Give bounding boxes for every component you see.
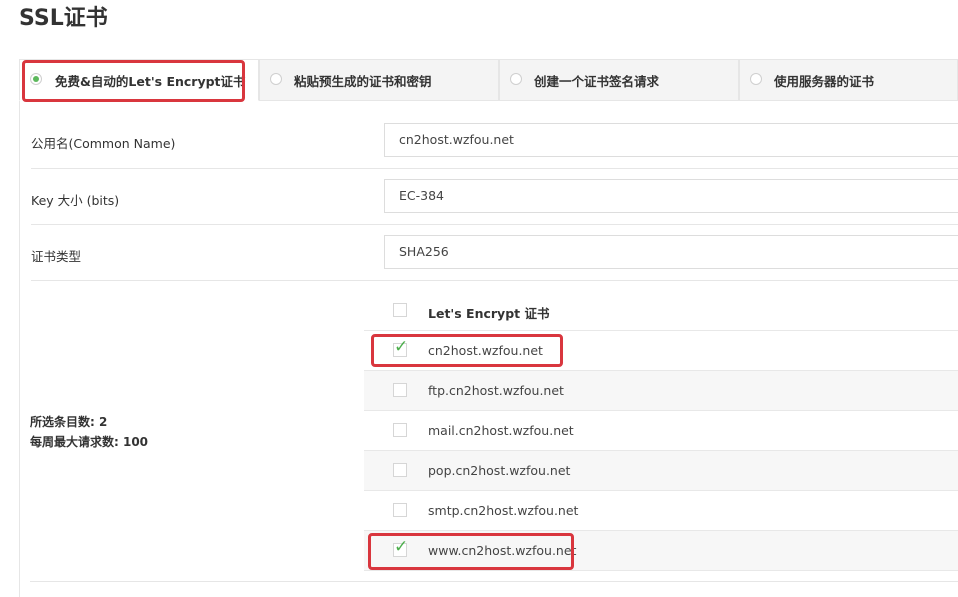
key-size-label: Key 大小 (bits) (31, 193, 120, 208)
key-size-select[interactable]: EC-384 (384, 179, 958, 213)
domain-label: mail.cn2host.wzfou.net (428, 423, 574, 438)
cert-list-header: Let's Encrypt 证书 (364, 291, 958, 331)
domain-label: pop.cn2host.wzfou.net (428, 463, 571, 478)
page-title: SSL证书 (19, 6, 108, 31)
weekly-limit: 每周最大请求数: 100 (30, 435, 149, 449)
cert-list-header-label: Let's Encrypt 证书 (428, 306, 550, 321)
radio-icon[interactable] (510, 73, 522, 85)
divider (30, 581, 958, 582)
selected-count: 所选条目数: 2 (30, 415, 108, 429)
domain-label: smtp.cn2host.wzfou.net (428, 503, 579, 518)
tab-label: 创建一个证书签名请求 (534, 74, 660, 89)
checkbox[interactable] (393, 423, 407, 437)
tab-server-cert[interactable]: 使用服务器的证书 (739, 59, 958, 101)
key-size-row: Key 大小 (bits) EC-384 (31, 168, 958, 225)
common-name-row: 公用名(Common Name) cn2host.wzfou.net (31, 112, 958, 168)
checkbox[interactable] (393, 383, 407, 397)
list-item[interactable]: pop.cn2host.wzfou.net (364, 451, 958, 491)
checkbox[interactable] (393, 503, 407, 517)
radio-icon[interactable] (750, 73, 762, 85)
tab-label: 粘贴预生成的证书和密钥 (294, 74, 432, 89)
domain-label: ftp.cn2host.wzfou.net (428, 383, 564, 398)
tab-create-csr[interactable]: 创建一个证书签名请求 (499, 59, 739, 101)
tab-paste-cert[interactable]: 粘贴预生成的证书和密钥 (259, 59, 499, 101)
highlight-box (22, 60, 245, 102)
checkbox[interactable] (393, 463, 407, 477)
common-name-field[interactable]: cn2host.wzfou.net (384, 123, 958, 157)
cert-type-select[interactable]: SHA256 (384, 235, 958, 269)
list-item[interactable]: smtp.cn2host.wzfou.net (364, 491, 958, 531)
cert-type-row: 证书类型 SHA256 (31, 224, 958, 281)
selection-summary: 所选条目数: 2 每周最大请求数: 100 (30, 412, 148, 452)
list-item[interactable]: ftp.cn2host.wzfou.net (364, 371, 958, 411)
list-item[interactable]: mail.cn2host.wzfou.net (364, 411, 958, 451)
tab-label: 使用服务器的证书 (774, 74, 875, 89)
highlight-box (368, 533, 574, 570)
cert-type-label: 证书类型 (31, 249, 82, 264)
radio-icon[interactable] (270, 73, 282, 85)
highlight-box (371, 334, 563, 367)
select-all-checkbox[interactable] (393, 303, 407, 317)
common-name-label: 公用名(Common Name) (31, 136, 176, 151)
